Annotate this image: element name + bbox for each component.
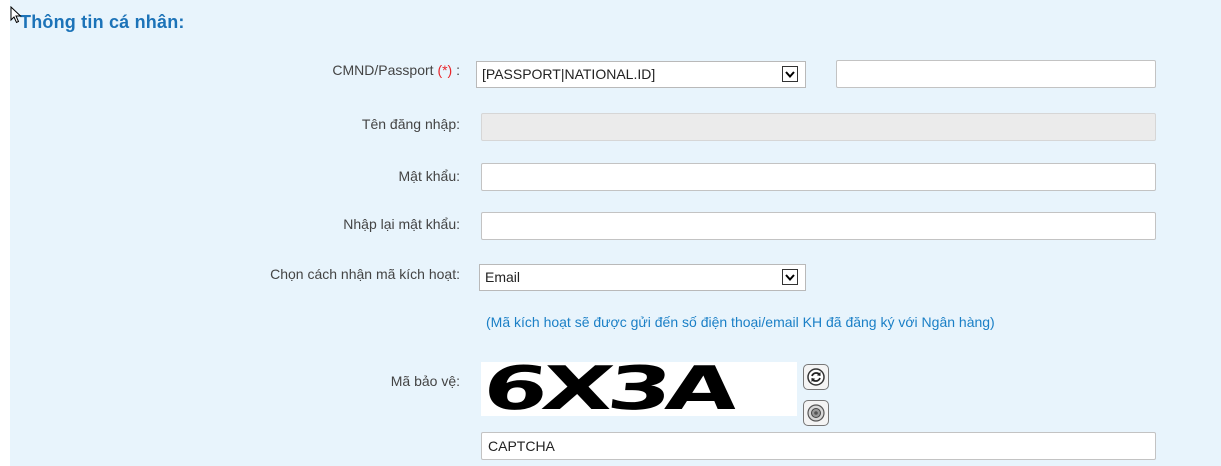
label-colon: :	[456, 62, 460, 78]
id-type-label: CMND/Passport (*) :	[332, 62, 460, 78]
id-number-input[interactable]	[836, 60, 1156, 88]
activation-method-select[interactable]: Email	[479, 264, 806, 291]
captcha-image-text: 6X3A	[481, 362, 736, 416]
activation-method-selected-value: Email	[485, 269, 521, 285]
password-label: Mật khẩu:	[398, 168, 460, 184]
required-mark: (*)	[437, 62, 453, 78]
chevron-down-icon[interactable]	[782, 66, 798, 82]
id-type-select[interactable]: [PASSPORT|NATIONAL.ID]	[476, 61, 806, 88]
activation-hint: (Mã kích hoạt sẽ được gửi đến số điện th…	[486, 314, 995, 330]
password-confirm-input[interactable]	[481, 212, 1156, 240]
captcha-image: 6X3A	[481, 362, 797, 416]
password-confirm-label: Nhập lại mật khẩu:	[343, 216, 460, 232]
id-type-label-text: CMND/Passport	[332, 62, 434, 78]
mouse-pointer-icon	[10, 6, 22, 24]
section-title: Thông tin cá nhân:	[20, 12, 185, 32]
refresh-icon[interactable]	[803, 364, 829, 390]
activation-method-label: Chọn cách nhận mã kích hoạt:	[270, 266, 460, 282]
captcha-label: Mã bảo vệ:	[390, 373, 460, 389]
chevron-down-icon[interactable]	[782, 269, 798, 285]
username-input	[481, 113, 1156, 141]
captcha-input[interactable]: CAPTCHA	[481, 432, 1156, 460]
password-input[interactable]	[481, 163, 1156, 191]
username-label: Tên đăng nhập:	[361, 116, 460, 132]
id-type-selected-value: [PASSPORT|NATIONAL.ID]	[482, 66, 656, 82]
speaker-icon[interactable]	[803, 400, 829, 426]
